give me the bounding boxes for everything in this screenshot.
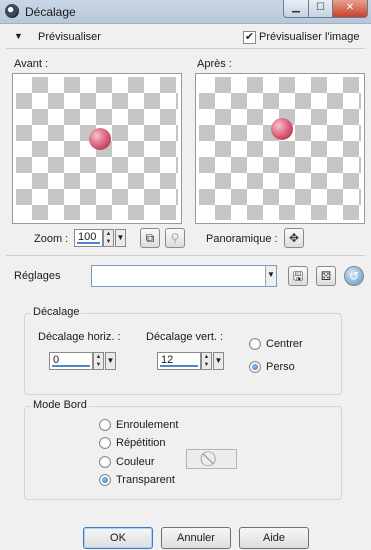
before-ball-image: [89, 128, 111, 150]
preview-section-label: Prévisualiser: [38, 31, 101, 43]
collapse-triangle-icon[interactable]: ▼: [14, 31, 23, 41]
transparent-radio[interactable]: [99, 474, 111, 486]
ok-button[interactable]: OK: [83, 527, 153, 549]
horizontal-offset-input[interactable]: 0: [49, 352, 93, 370]
preview-image-checkbox-label[interactable]: Prévisualiser l'image: [259, 31, 360, 43]
vertical-offset-spinner-icon[interactable]: ▲ ▼: [201, 352, 212, 370]
edge-color-swatch[interactable]: ⃠: [186, 449, 237, 469]
save-preset-icon[interactable]: 🖫: [288, 266, 308, 286]
after-ball-image: [271, 118, 293, 140]
randomize-dice-icon[interactable]: ⚄: [316, 266, 336, 286]
zoom-input[interactable]: 100: [74, 229, 103, 247]
close-button[interactable]: ✕: [332, 0, 368, 18]
after-preview-frame[interactable]: [195, 73, 365, 224]
offset-group-title: Décalage: [31, 306, 82, 318]
horizontal-offset-dropdown-button[interactable]: ▼: [105, 352, 116, 370]
custom-radio[interactable]: [249, 361, 261, 373]
presets-dropdown-arrow-icon[interactable]: ▼: [265, 266, 276, 286]
after-label: Après :: [197, 58, 232, 70]
zoom-dropdown-button[interactable]: ▼: [115, 229, 126, 247]
preview-image-checkbox[interactable]: ✔: [243, 31, 256, 44]
repeat-radio-label[interactable]: Répétition: [116, 437, 166, 449]
center-radio-label[interactable]: Centrer: [266, 338, 303, 350]
color-radio-label[interactable]: Couleur: [116, 456, 155, 468]
vertical-offset-label: Décalage vert. :: [146, 331, 224, 343]
horizontal-offset-label: Décalage horiz. :: [38, 331, 121, 343]
wrap-radio[interactable]: [99, 419, 111, 431]
vertical-offset-input[interactable]: 12: [157, 352, 201, 370]
before-preview-frame[interactable]: [12, 73, 182, 224]
cancel-button[interactable]: Annuler: [161, 527, 231, 549]
edge-mode-group-title: Mode Bord: [31, 399, 89, 411]
header-divider: [6, 48, 365, 49]
zoom-divider: [6, 255, 365, 256]
maximize-button[interactable]: ☐: [308, 0, 333, 18]
custom-radio-label[interactable]: Perso: [266, 361, 295, 373]
pan-move-icon[interactable]: ✥: [284, 228, 304, 248]
help-button[interactable]: Aide: [239, 527, 309, 549]
transparent-radio-label[interactable]: Transparent: [116, 474, 175, 486]
after-preview-canvas: [199, 77, 361, 220]
before-preview-canvas: [16, 77, 178, 220]
app-icon: [5, 4, 19, 18]
zoom-label: Zoom :: [34, 233, 69, 245]
wrap-radio-label[interactable]: Enroulement: [116, 419, 178, 431]
zoom-fit-icon[interactable]: ⧉: [140, 228, 160, 248]
zoom-magnifier-icon[interactable]: ⚲: [165, 228, 185, 248]
before-label: Avant :: [14, 58, 49, 70]
edge-mode-group: [24, 406, 342, 500]
color-radio[interactable]: [99, 456, 111, 468]
horizontal-offset-spinner-icon[interactable]: ▲ ▼: [93, 352, 104, 370]
center-radio[interactable]: [249, 338, 261, 350]
zoom-spinner-icon[interactable]: ▲ ▼: [103, 229, 114, 247]
vertical-offset-dropdown-button[interactable]: ▼: [213, 352, 224, 370]
pan-label: Panoramique :: [206, 233, 278, 245]
minimize-button[interactable]: ▁: [283, 0, 309, 18]
reset-icon[interactable]: ↺: [344, 266, 364, 286]
presets-label: Réglages: [14, 270, 61, 282]
window-title: Décalage: [25, 5, 76, 19]
presets-combobox[interactable]: [91, 265, 277, 287]
repeat-radio[interactable]: [99, 437, 111, 449]
